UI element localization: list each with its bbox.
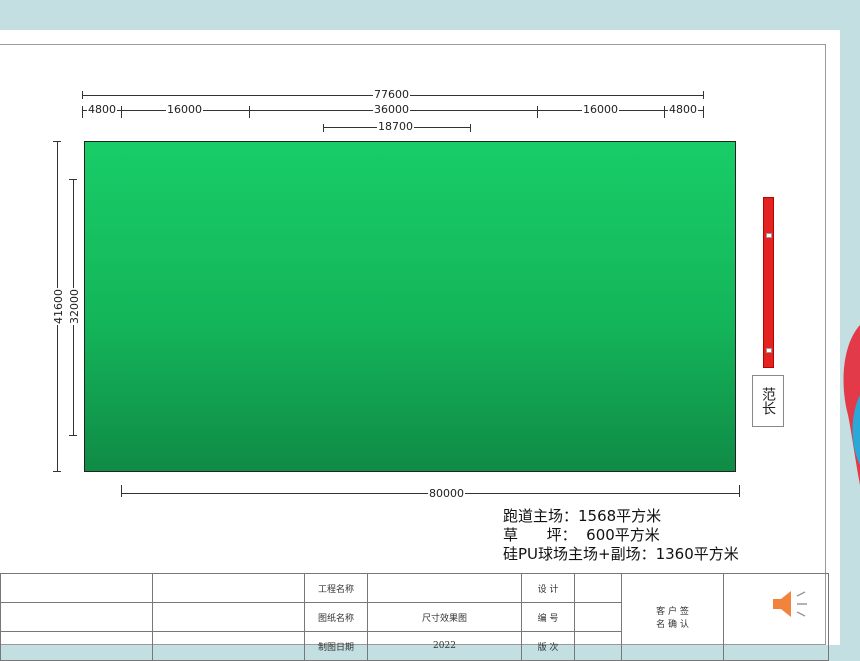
title-cell	[0, 631, 153, 661]
dim-tick	[249, 106, 250, 118]
sports-field	[84, 141, 736, 472]
dim-tick	[739, 485, 740, 497]
dim-segment-4: 16000	[582, 103, 619, 116]
title-cell	[0, 573, 153, 603]
dim-tick	[664, 106, 665, 118]
dim-tick	[82, 106, 83, 118]
legend-line-2: 草 坪： 600平方米	[503, 526, 660, 544]
dim-tick	[82, 91, 83, 99]
legend-line-3: 硅PU球场主场+副场：1360平方米	[503, 545, 739, 563]
number-label: 编 号	[521, 602, 575, 632]
side-label: 范长	[752, 375, 784, 427]
title-cell	[152, 631, 305, 661]
red-bar	[763, 197, 774, 368]
dim-tick	[703, 91, 704, 99]
dim-total-top: 77600	[373, 88, 410, 101]
title-block: 工程名称 设 计 客 户 签 名 确 认 图纸名称 尺寸效果图 编 号 制图日期…	[0, 573, 829, 661]
dim-segment-1: 4800	[87, 103, 117, 116]
speaker-icon[interactable]	[771, 588, 811, 620]
legend-line-1: 跑道主场：1568平方米	[503, 507, 662, 525]
dim-tick	[53, 471, 61, 472]
design-value	[574, 573, 622, 603]
dim-tick	[470, 124, 471, 132]
dim-tick	[53, 141, 61, 142]
design-label: 设 计	[521, 573, 575, 603]
red-bar-notch	[766, 233, 772, 238]
dim-bottom: 80000	[428, 487, 465, 500]
project-name-label: 工程名称	[304, 573, 368, 603]
revision-label: 版 次	[521, 631, 575, 661]
dim-tick	[537, 106, 538, 118]
decoration-shape	[843, 325, 860, 485]
dim-segment-5: 4800	[668, 103, 698, 116]
dim-tick	[121, 106, 122, 118]
client-confirm-label: 客 户 签 名 确 认	[621, 573, 724, 661]
title-cell	[152, 602, 305, 632]
dim-segment-2: 16000	[166, 103, 203, 116]
project-name-value	[367, 573, 522, 603]
dim-inner-top: 18700	[377, 120, 414, 133]
dim-left-inner: 32000	[68, 288, 81, 325]
revision-value	[574, 631, 622, 661]
dim-tick	[323, 124, 324, 132]
dim-tick	[69, 435, 77, 436]
dim-tick	[69, 179, 77, 180]
date-value: 2022	[367, 631, 522, 661]
red-bar-notch	[766, 348, 772, 353]
drawing-name-value: 尺寸效果图	[367, 602, 522, 632]
number-value	[574, 602, 622, 632]
dim-left-outer: 41600	[52, 288, 65, 325]
title-cell	[0, 602, 153, 632]
dim-tick	[703, 106, 704, 118]
dim-tick	[121, 485, 122, 497]
dim-segment-3: 36000	[373, 103, 410, 116]
date-label: 制图日期	[304, 631, 368, 661]
title-cell	[152, 573, 305, 603]
drawing-name-label: 图纸名称	[304, 602, 368, 632]
